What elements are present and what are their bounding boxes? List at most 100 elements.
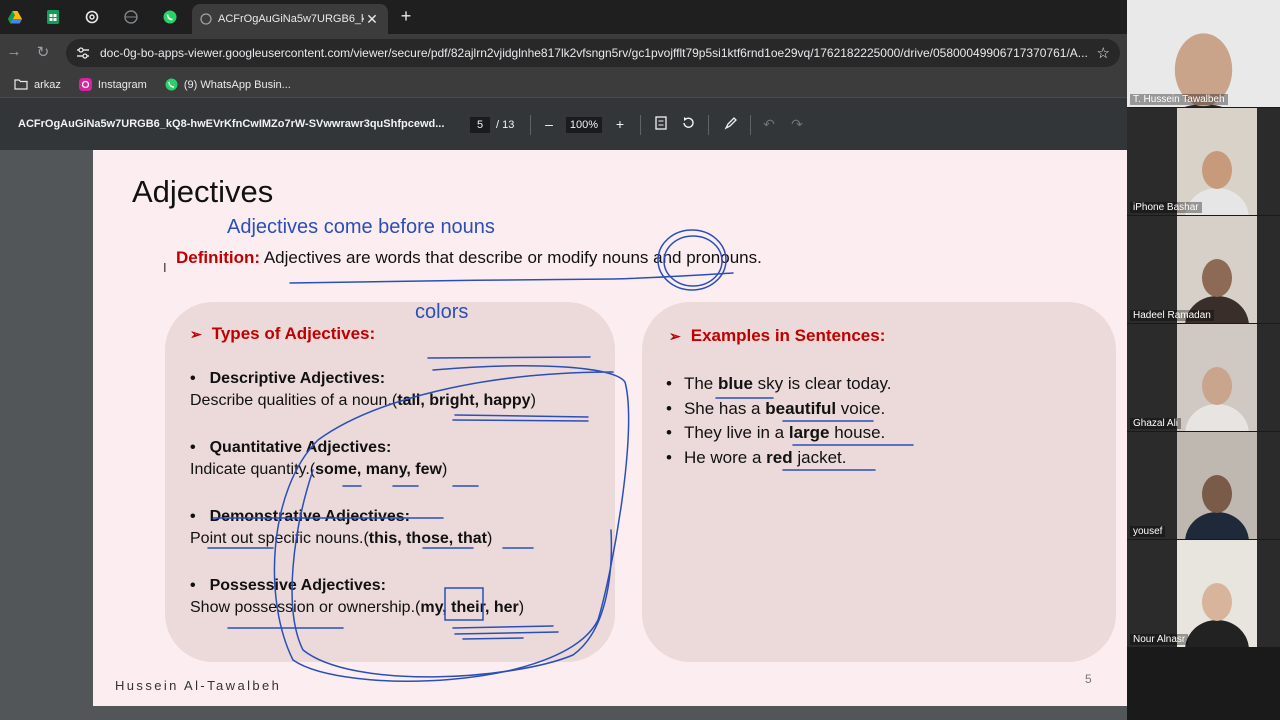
participant-video: [1127, 0, 1280, 107]
pinned-tab-drive[interactable]: [0, 6, 30, 28]
type-item: • Quantitative Adjectives: Indicate quant…: [190, 439, 447, 479]
bookmark-label: arkaz: [34, 78, 61, 91]
pdf-toolbar: ACFrOgAuGiNa5w7URGB6_kQ8-hwEVrKfnCwIMZo7…: [0, 98, 1127, 150]
types-heading-text: Types of Adjectives:: [211, 324, 376, 343]
participants-panel: T. Hussein Tawalbeh iPhone Bashar Hadeel R…: [1127, 0, 1280, 720]
bullet-dot: •: [190, 577, 196, 594]
examples-heading: ➢ Examples in Sentences:: [669, 326, 885, 346]
definition-text: Adjectives are words that describe or mo…: [260, 248, 762, 267]
arrow-bullet-icon: ➢: [190, 325, 202, 342]
type-name: Demonstrative Adjectives:: [209, 508, 410, 525]
type-examples: my, their, her: [420, 599, 519, 616]
participant-video: [1177, 432, 1257, 539]
examples-list: • The blue sky is clear today. • She has a…: [666, 372, 892, 470]
participant-tile[interactable]: Nour Alnasr: [1127, 540, 1280, 647]
browser-toolbar: → ↻ doc-0g-bo-apps-viewer.googleusercont…: [0, 34, 1127, 72]
globe-icon: [124, 10, 138, 24]
participant-video: [1177, 108, 1257, 215]
site-settings-icon[interactable]: [76, 47, 90, 59]
forward-arrow-icon[interactable]: →: [4, 43, 24, 60]
type-desc: Point out specific nouns.(: [190, 530, 369, 547]
redo-icon[interactable]: ↷: [788, 116, 806, 133]
type-examples: tall, bright, happy: [397, 392, 531, 409]
google-sheets-icon: [47, 10, 59, 24]
tab-pdf-viewer[interactable]: ACFrOgAuGiNa5w7URGB6_kQ8 ✕: [192, 4, 388, 34]
instagram-icon: [78, 78, 92, 91]
participant-name: T. Hussein Tawalbeh: [1130, 94, 1228, 105]
example-item: • They live in a large house.: [666, 423, 886, 443]
type-desc-end: ): [530, 392, 536, 409]
folder-icon: [14, 79, 28, 90]
bullet-dot: •: [190, 439, 196, 456]
type-name: Descriptive Adjectives:: [209, 370, 386, 387]
toolbar-divider: [750, 115, 751, 135]
bookmark-label: Instagram: [97, 78, 147, 91]
url-text: doc-0g-bo-apps-viewer.googleusercontent.…: [100, 46, 1088, 60]
participant-tile[interactable]: Hadeel Ramadan: [1127, 216, 1280, 323]
participant-tile[interactable]: T. Hussein Tawalbeh: [1127, 0, 1280, 107]
whatsapp-icon: [163, 10, 177, 24]
pinned-tab-chatgpt[interactable]: [77, 6, 107, 28]
example-item: • He wore a red jacket.: [666, 447, 847, 467]
bullet-dot: •: [190, 508, 196, 525]
whatsapp-icon: [165, 78, 178, 91]
type-examples: some, many, few: [315, 461, 442, 478]
participant-tile[interactable]: iPhone Bashar: [1127, 108, 1280, 215]
pinned-tab-sheets[interactable]: [38, 6, 68, 28]
type-name: Possessive Adjectives:: [209, 577, 387, 594]
slide-page-number: 5: [1085, 672, 1092, 686]
toolbar-divider: [530, 115, 531, 135]
example-item: • She has a beautiful voice.: [666, 398, 886, 418]
pdf-viewer-area[interactable]: Adjectives Adjectives come before nouns …: [0, 150, 1175, 720]
type-name: Quantitative Adjectives:: [209, 439, 392, 456]
types-panel: ➢ Types of Adjectives: • Descriptive Adje…: [165, 302, 615, 662]
participant-name: iPhone Bashar: [1130, 202, 1202, 213]
page-total: / 13: [496, 119, 515, 131]
type-desc: Indicate quantity.(: [190, 461, 316, 478]
openai-icon: [85, 10, 99, 24]
zoom-level-input[interactable]: 100%: [566, 117, 602, 133]
type-examples: this, those, that: [368, 530, 487, 547]
example-item: • The blue sky is clear today.: [666, 374, 892, 394]
bookmark-item[interactable]: Instagram: [78, 78, 147, 91]
pinned-tab-whatsapp[interactable]: [155, 6, 185, 28]
close-icon[interactable]: ✕: [364, 11, 380, 28]
toolbar-divider: [708, 115, 709, 135]
globe-icon: [200, 13, 212, 25]
reload-icon[interactable]: ↻: [33, 43, 53, 61]
type-desc-end: ): [441, 461, 448, 478]
type-desc: Describe qualities of a noun.(: [190, 392, 398, 409]
fit-page-icon[interactable]: [652, 116, 670, 133]
address-bar[interactable]: doc-0g-bo-apps-viewer.googleusercontent.…: [66, 39, 1120, 67]
bookmark-star-icon[interactable]: ☆: [1097, 44, 1110, 62]
participant-name: yousef: [1130, 526, 1166, 537]
participant-video: [1177, 324, 1257, 431]
participant-name: Hadeel Ramadan: [1130, 310, 1214, 321]
zoom-out-button[interactable]: –: [540, 116, 558, 132]
bookmark-item[interactable]: arkaz: [14, 79, 61, 91]
new-tab-button[interactable]: +: [396, 6, 416, 27]
type-item: • Descriptive Adjectives: Describe qualit…: [190, 370, 536, 410]
examples-heading-text: Examples in Sentences:: [690, 326, 886, 345]
pdf-file-title: ACFrOgAuGiNa5w7URGB6_kQ8-hwEVrKfnCwIMZo7…: [18, 118, 445, 130]
bookmark-item[interactable]: (9) WhatsApp Busin...: [165, 78, 291, 91]
participant-name: Ghazal Ali: [1130, 418, 1182, 429]
bookmarks-bar: arkaz Instagram (9) WhatsApp Busin...: [0, 72, 1127, 98]
page-number-input[interactable]: 5: [470, 117, 490, 133]
type-item: • Demonstrative Adjectives: Point out spe…: [190, 508, 492, 548]
participant-video: [1177, 540, 1257, 647]
handwritten-annotation: colors: [415, 301, 469, 323]
tab-title: ACFrOgAuGiNa5w7URGB6_kQ8: [218, 13, 364, 25]
google-drive-icon: [8, 10, 22, 23]
undo-icon[interactable]: ↶: [760, 116, 778, 133]
rotate-icon[interactable]: [679, 116, 697, 133]
participant-name: Nour Alnasr: [1130, 634, 1189, 645]
zoom-in-button[interactable]: +: [611, 116, 629, 132]
participant-tile[interactable]: yousef: [1127, 432, 1280, 539]
definition-label: Definition:: [176, 248, 261, 267]
bullet-dot: •: [190, 370, 196, 387]
toolbar-divider: [640, 115, 641, 135]
annotate-pen-icon[interactable]: [722, 116, 740, 133]
pinned-tab-generic[interactable]: [116, 6, 146, 28]
participant-tile[interactable]: Ghazal Ali: [1127, 324, 1280, 431]
